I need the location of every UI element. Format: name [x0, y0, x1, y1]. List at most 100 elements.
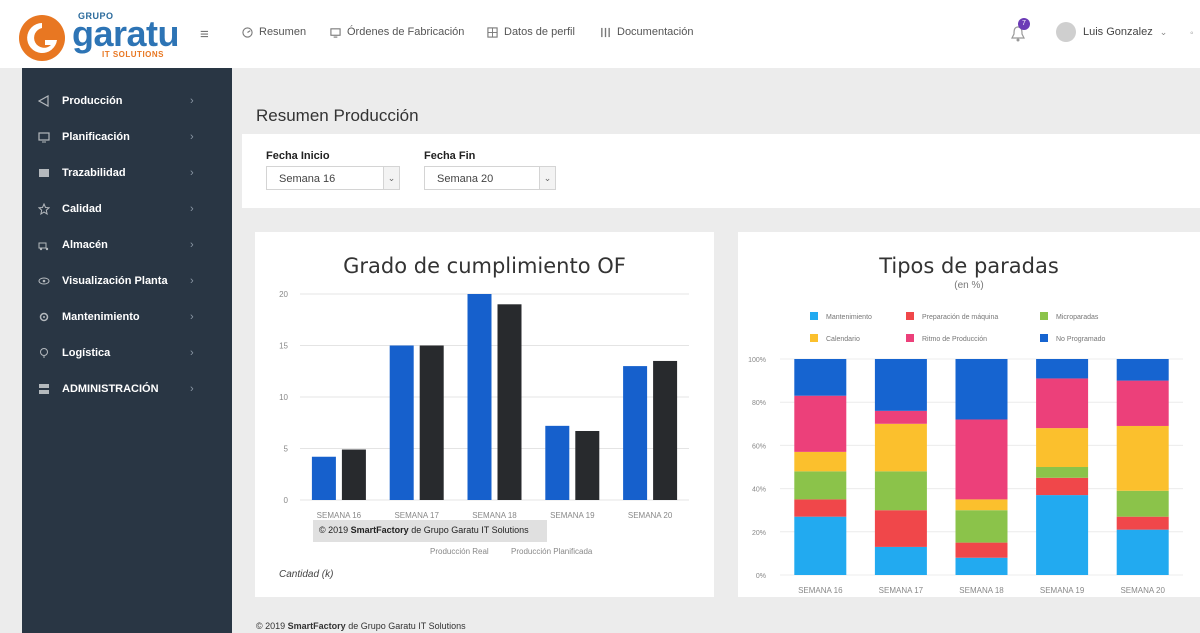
stacked-segment — [1036, 477, 1089, 496]
chevron-right-icon: › — [190, 239, 194, 251]
chevron-right-icon: › — [190, 131, 194, 143]
monitor-icon — [38, 132, 50, 143]
stacked-segment — [1116, 425, 1169, 491]
nav-resumen[interactable]: Resumen — [242, 26, 306, 38]
sidebar-item-mantenimiento[interactable]: Mantenimiento › — [22, 299, 232, 335]
bar-produccion-real — [311, 456, 336, 500]
stacked-segment — [874, 410, 927, 424]
stacked-segment — [794, 499, 847, 517]
stacked-segment — [874, 546, 927, 575]
legend-label: Producción Real — [430, 547, 489, 556]
stacked-segment — [1116, 380, 1169, 426]
legend-label: Preparación de máquina — [922, 314, 998, 321]
menu-toggle-icon[interactable]: ≡ — [200, 26, 209, 43]
sidebar-item-label: Producción — [62, 95, 123, 107]
bar-chart-cumplimiento: 0 5 10 15 20 SEMANA 16 SEMANA 17 SEMANA 18 SEMAN… — [279, 290, 689, 580]
top-bar: GRUPO garatu IT SOLUTIONS ≡ Resumen Órde… — [0, 0, 1200, 68]
stacked-segment — [955, 557, 1008, 575]
sidebar-item-logistica[interactable]: Logística › — [22, 335, 232, 371]
book-icon — [601, 27, 610, 37]
chevron-down-icon: ⌄ — [383, 167, 399, 189]
bar-produccion-real — [467, 294, 492, 500]
stacked-bar-chart-paradas: 0% 20% 40% 60% 80% 100% Mantenimiento Preparaci… — [748, 312, 1183, 595]
watermark-prefix: © 2019 — [319, 525, 351, 535]
sidebar-item-calidad[interactable]: Calidad › — [22, 191, 232, 227]
nav-label: Documentación — [617, 26, 694, 38]
x-tick-label: SEMANA 17 — [394, 511, 439, 520]
legend-swatch — [810, 312, 818, 320]
location-icon — [40, 348, 48, 358]
bar-produccion-planificada — [419, 345, 444, 500]
legend-swatch — [906, 334, 914, 342]
x-tick-label: SEMANA 20 — [1120, 586, 1165, 595]
x-tick-label: SEMANA 19 — [550, 511, 595, 520]
x-tick-label: SEMANA 19 — [1040, 586, 1085, 595]
logo-subtitle: IT SOLUTIONS — [102, 50, 164, 59]
logo[interactable]: GRUPO garatu IT SOLUTIONS — [18, 8, 196, 62]
end-date-select[interactable]: Semana 20 ⌄ — [424, 166, 556, 190]
nav-ordenes-fabricacion[interactable]: Órdenes de Fabricación — [330, 26, 464, 38]
chevron-right-icon: › — [190, 347, 194, 359]
eye-icon — [38, 277, 50, 285]
sidebar-item-administracion[interactable]: ADMINISTRACIÓN › — [22, 371, 232, 407]
stacked-segment — [1036, 467, 1089, 478]
stacked-segment — [1036, 359, 1089, 379]
stacked-segment — [794, 395, 847, 452]
watermark-suffix: de Grupo Garatu IT Solutions — [408, 525, 529, 535]
logo-wordmark: garatu — [72, 13, 180, 54]
stacked-segment — [1116, 359, 1169, 381]
legend-label: Microparadas — [1056, 314, 1099, 321]
sidebar-item-planificacion[interactable]: Planificación › — [22, 119, 232, 155]
start-date-label: Fecha Inicio — [266, 150, 330, 162]
start-date-value: Semana 16 — [279, 173, 336, 185]
start-date-select[interactable]: Semana 16 ⌄ — [266, 166, 400, 190]
legend-label: Mantenimiento — [826, 314, 872, 321]
stacked-segment — [1116, 490, 1169, 517]
page-title: Resumen Producción — [256, 106, 419, 125]
sidebar-item-visualizacion-planta[interactable]: Visualización Planta › — [22, 263, 232, 299]
nav-documentacion[interactable]: Documentación — [600, 26, 693, 38]
stacked-segment — [955, 499, 1008, 511]
y-axis-label: Cantidad (k) — [279, 569, 333, 580]
legend-swatch — [1040, 334, 1048, 342]
bar-produccion-planificada — [653, 360, 678, 500]
gear-icon — [39, 312, 49, 322]
footer: © 2019 SmartFactory de Grupo Garatu IT S… — [256, 621, 466, 631]
user-menu[interactable]: Luis Gonzalez ⌄ — [1056, 22, 1167, 42]
end-date-label: Fecha Fin — [424, 150, 476, 162]
server-icon — [39, 384, 49, 394]
x-tick-label: SEMANA 18 — [472, 511, 517, 520]
footer-brand: SmartFactory — [287, 621, 346, 631]
stacked-segment — [955, 359, 1008, 420]
sidebar-item-label: Trazabilidad — [62, 167, 126, 179]
y-tick-label: 5 — [284, 445, 289, 454]
sidebar-item-label: Logística — [62, 347, 111, 359]
production-icon — [38, 95, 49, 107]
y-tick-label: 40% — [752, 487, 766, 494]
sidebar-item-almacen[interactable]: Almacén › — [22, 227, 232, 263]
filter-panel: Fecha Inicio Semana 16 ⌄ Fecha Fin Seman… — [242, 134, 1200, 208]
sidebar-item-trazabilidad[interactable]: Trazabilidad › — [22, 155, 232, 191]
nav-label: Datos de perfil — [504, 26, 575, 38]
legend-swatch — [906, 312, 914, 320]
sidebar-item-produccion[interactable]: Producción › — [22, 83, 232, 119]
notifications-button[interactable]: 7 — [1010, 18, 1030, 42]
sidebar-item-label: ADMINISTRACIÓN — [62, 383, 159, 395]
y-tick-label: 60% — [752, 443, 766, 450]
bar-produccion-planificada — [497, 304, 522, 500]
y-tick-label: 20% — [752, 530, 766, 537]
nav-datos-perfil[interactable]: Datos de perfil — [487, 26, 575, 38]
dashboard-icon — [242, 26, 253, 38]
bar-produccion-planificada — [341, 449, 366, 500]
overflow-icon[interactable]: ◦ — [1190, 28, 1194, 39]
sidebar: Producción › Planificación › Trazabilida… — [22, 68, 232, 633]
nav-label: Resumen — [259, 26, 307, 38]
x-tick-label: SEMANA 16 — [798, 586, 843, 595]
bar-produccion-planificada — [575, 430, 600, 500]
stacked-segment — [955, 542, 1008, 558]
logo-mark-icon — [19, 15, 65, 61]
end-date-value: Semana 20 — [437, 173, 494, 185]
stacked-segment — [794, 451, 847, 472]
sidebar-item-label: Almacén — [62, 239, 108, 251]
chart-card-paradas: Tipos de paradas (en %) 0% 20% 40% 60% 80% 10… — [738, 232, 1200, 597]
